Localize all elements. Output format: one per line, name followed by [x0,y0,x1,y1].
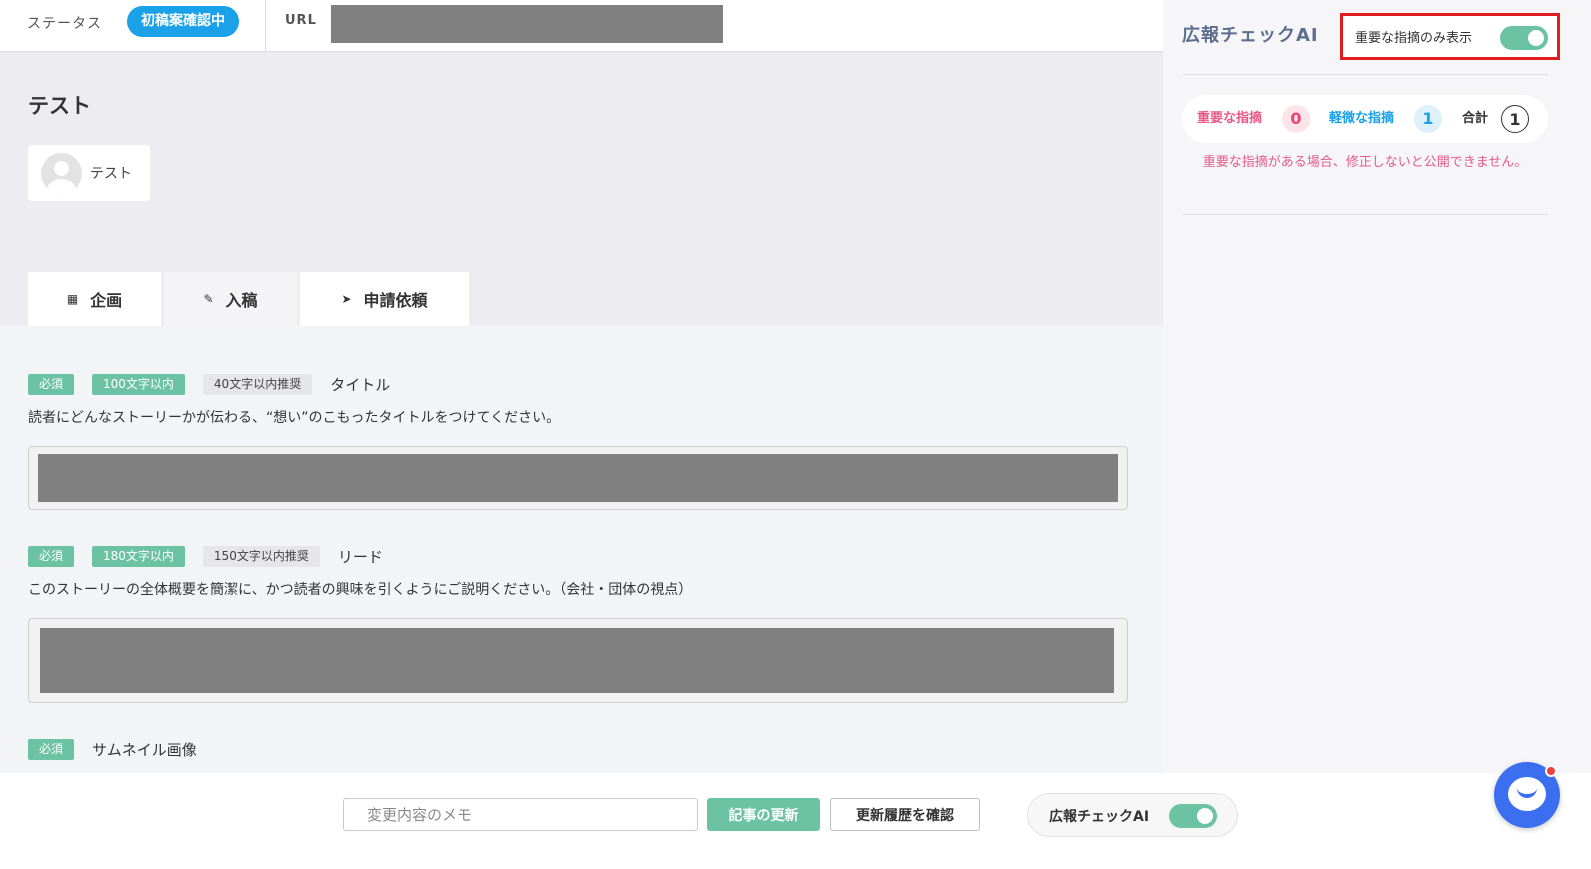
important-count: 0 [1282,105,1310,133]
author-name: テスト [90,166,132,182]
recommend-chip: 150文字以内推奨 [202,545,320,567]
pr-check-ai-panel: 広報チェックAI 重要な指摘のみ表示 重要な指摘 0 軽微な指摘 1 合計 1 … [1163,0,1591,773]
tab-plan[interactable]: ▦ 企画 [28,272,161,326]
redacted-content [40,628,1114,693]
form-area: 必須 100文字以内 40文字以内推奨 タイトル 読者にどんなストーリーかが伝わ… [0,326,1163,773]
total-count: 1 [1501,105,1529,133]
field-label: サムネイル画像 [92,740,197,759]
field-label: タイトル [330,375,391,394]
status-label: ステータス [27,16,102,32]
bottom-bar: 記事の更新 更新履歴を確認 広報チェックAI [0,773,1591,869]
switch-knob [1528,30,1544,46]
tab-label: 入稿 [225,291,258,310]
pencil-icon: ✎ [203,292,214,306]
ai-toggle-pill: 広報チェックAI [1027,793,1238,837]
minor-count: 1 [1414,105,1442,133]
important-only-toggle-box: 重要な指摘のみ表示 [1340,13,1560,60]
tab-label: 企画 [90,291,123,310]
important-only-label: 重要な指摘のみ表示 [1355,31,1473,46]
status-badge[interactable]: 初稿案確認中 [127,6,239,37]
total-label: 合計 [1462,111,1489,126]
panel-title: 広報チェックAI [1182,25,1319,46]
tab-request[interactable]: ➤ 申請依頼 [300,272,469,326]
update-article-button[interactable]: 記事の更新 [707,798,820,831]
redacted-content [38,454,1118,502]
avatar-head [54,161,69,176]
change-memo-input[interactable] [343,798,698,831]
title-field: 必須 100文字以内 40文字以内推奨 タイトル 読者にどんなストーリーかが伝わ… [28,373,1128,510]
minor-label: 軽微な指摘 [1329,111,1395,126]
ai-toggle-label: 広報チェックAI [1049,809,1150,825]
author-card[interactable]: テスト [28,145,150,201]
important-only-switch[interactable] [1500,26,1548,50]
article-header: テスト テスト ▦ 企画 ✎ 入稿 ➤ 申請依頼 [0,52,1163,326]
required-chip: 必須 [28,545,75,567]
switch-knob [1197,808,1213,824]
thumbnail-field: 必須 サムネイル画像 [28,738,197,760]
title-input[interactable] [28,446,1128,510]
chip-row: 必須 180文字以内 150文字以内推奨 リード [28,545,1128,567]
send-icon: ➤ [341,292,352,306]
field-description: このストーリーの全体概要を簡潔に、かつ読者の興味を引くようにご説明ください。（会… [28,582,693,598]
divider [1182,74,1548,75]
view-history-button[interactable]: 更新履歴を確認 [830,798,980,831]
lead-field: 必須 180文字以内 150文字以内推奨 リード このストーリーの全体概要を簡潔… [28,545,1128,703]
recommend-chip: 40文字以内推奨 [202,373,313,395]
limit-chip: 100文字以内 [92,373,185,395]
field-label: リード [337,547,383,566]
chip-row: 必須 100文字以内 40文字以内推奨 タイトル [28,373,1128,395]
tab-draft[interactable]: ✎ 入稿 [164,272,297,326]
ai-toggle-switch[interactable] [1169,804,1217,828]
lead-input[interactable] [28,618,1128,703]
important-label: 重要な指摘 [1197,111,1263,126]
url-label: URL [285,13,317,28]
notification-dot-icon [1545,765,1557,777]
url-field-redacted[interactable] [331,5,723,43]
avatar-body [47,179,76,194]
divider [265,0,266,52]
field-description: 読者にどんなストーリーかが伝わる、“想い”のこもったタイトルをつけてください。 [28,410,561,426]
chat-support-button[interactable] [1494,762,1560,828]
tab-bar: ▦ 企画 ✎ 入稿 ➤ 申請依頼 [28,272,472,326]
chip-row: 必須 サムネイル画像 [28,738,197,760]
tab-label: 申請依頼 [363,291,428,310]
divider [1182,214,1548,215]
top-bar: ステータス 初稿案確認中 URL [0,0,1163,52]
page-title: テスト [28,94,91,118]
publish-warning: 重要な指摘がある場合、修正しないと公開できません。 [1202,155,1528,170]
limit-chip: 180文字以内 [92,545,185,567]
avatar [41,153,82,194]
required-chip: 必須 [28,738,75,760]
issue-summary: 重要な指摘 0 軽微な指摘 1 合計 1 [1182,95,1548,143]
required-chip: 必須 [28,373,75,395]
calendar-icon: ▦ [66,292,79,306]
